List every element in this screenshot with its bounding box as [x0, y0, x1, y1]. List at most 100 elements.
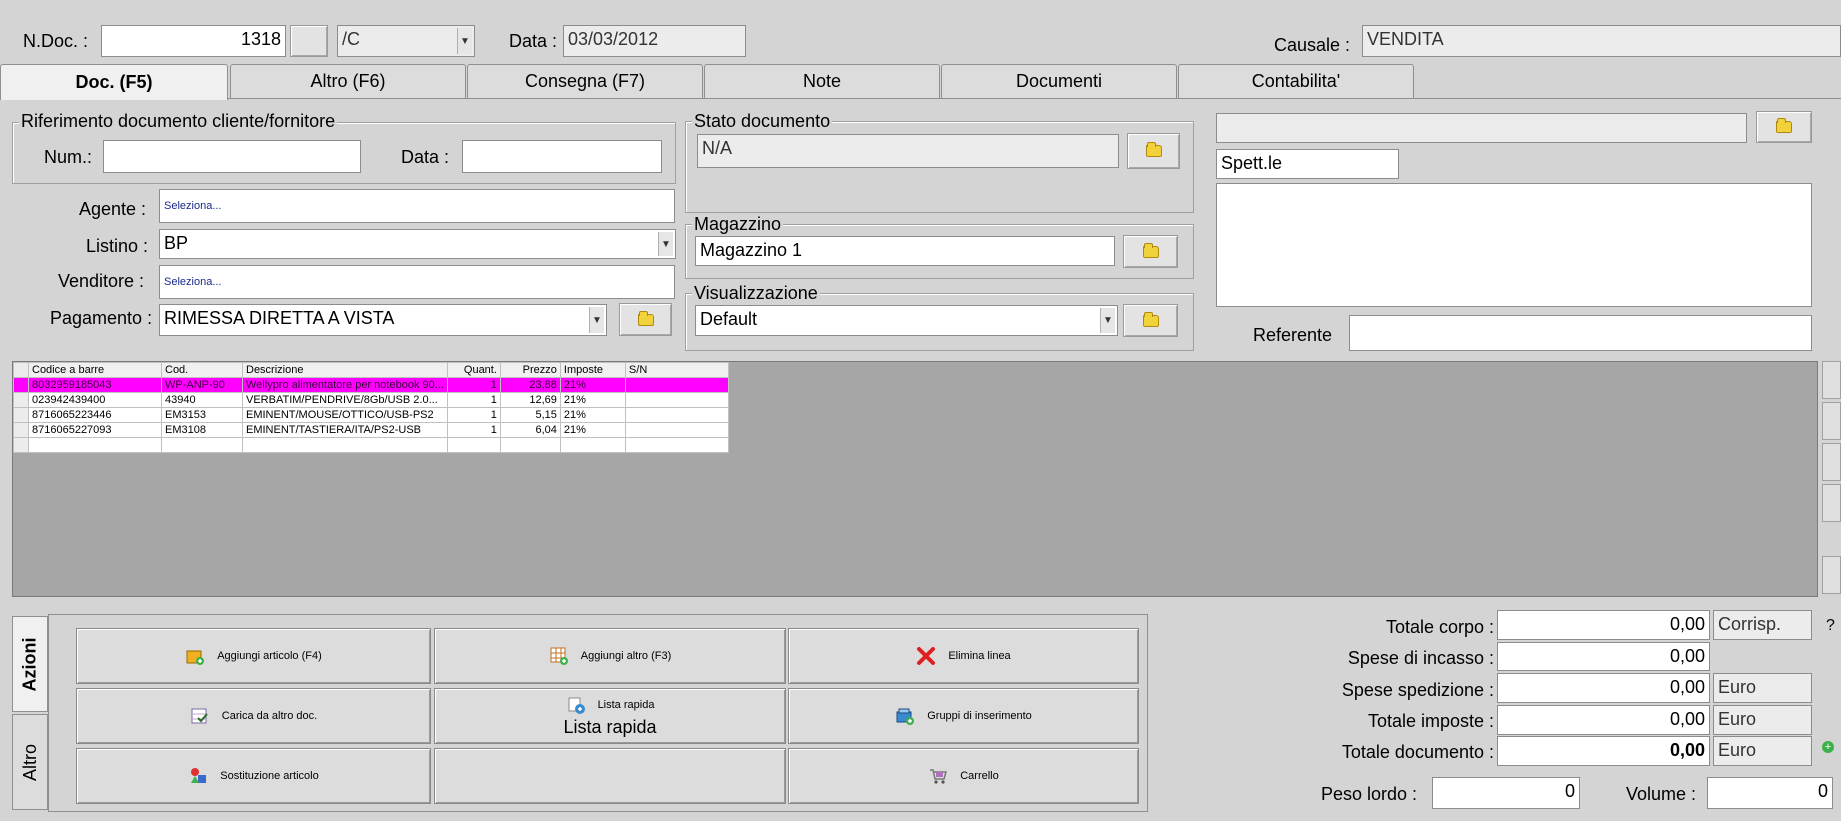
- tab-note[interactable]: Note: [704, 64, 940, 98]
- tab-altro[interactable]: Altro (F6): [230, 64, 466, 98]
- col-header-barcode[interactable]: Codice a barre: [28, 362, 162, 378]
- visualizzazione-select[interactable]: Default ▼: [695, 305, 1118, 336]
- pagamento-select[interactable]: RIMESSA DIRETTA A VISTA ▼: [159, 304, 607, 336]
- cell-empty[interactable]: [624, 437, 729, 453]
- cell-sn[interactable]: [624, 392, 729, 408]
- col-header-sn[interactable]: S/N: [624, 362, 729, 378]
- venditore-field[interactable]: Seleziona...: [159, 265, 675, 299]
- col-header-imposte[interactable]: Imposte: [559, 362, 626, 378]
- carrello-button[interactable]: Carrello: [788, 748, 1139, 804]
- side-button-2[interactable]: [1822, 402, 1841, 440]
- col-header-quant[interactable]: Quant.: [446, 362, 501, 378]
- visualizzazione-folder-button[interactable]: [1123, 304, 1178, 337]
- stato-field[interactable]: N/A: [697, 134, 1119, 168]
- document-lines-grid[interactable]: Codice a barre Cod. Descrizione Quant. P…: [13, 362, 729, 453]
- row-header-cell[interactable]: [13, 437, 29, 453]
- table-row[interactable]: 8032959185043 WP-ANP-90 Wellypro aliment…: [13, 377, 729, 393]
- cell-prezzo[interactable]: 5,15: [499, 407, 561, 423]
- cell-empty[interactable]: [446, 437, 501, 453]
- stato-folder-button[interactable]: [1127, 133, 1180, 169]
- totale-imposte-field[interactable]: 0,00: [1497, 705, 1710, 735]
- side-button-1[interactable]: [1822, 361, 1841, 399]
- cell-descrizione[interactable]: EMINENT/MOUSE/OTTICO/USB-PS2: [242, 407, 448, 423]
- cliente-folder-button[interactable]: [1756, 111, 1812, 143]
- cell-quant[interactable]: 1: [446, 377, 501, 393]
- series-select[interactable]: /C ▼: [337, 25, 475, 57]
- magazzino-folder-button[interactable]: [1123, 235, 1178, 268]
- tab-azioni[interactable]: Azioni: [12, 616, 48, 712]
- add-icon[interactable]: +: [1822, 741, 1834, 753]
- chevron-down-icon[interactable]: ▼: [589, 307, 604, 333]
- cell-empty[interactable]: [499, 437, 561, 453]
- tab-doc[interactable]: Doc. (F5): [0, 64, 228, 100]
- cell-quant[interactable]: 1: [446, 422, 501, 438]
- cell-prezzo[interactable]: 12,69: [499, 392, 561, 408]
- cell-sn[interactable]: [624, 377, 729, 393]
- cell-empty[interactable]: [161, 437, 243, 453]
- totale-documento-field[interactable]: 0,00: [1497, 736, 1710, 766]
- cell-barcode[interactable]: 8716065227093: [28, 422, 162, 438]
- cell-descrizione[interactable]: Wellypro alimentatore per notebook 90...: [242, 377, 448, 393]
- totale-corpo-field[interactable]: 0,00: [1497, 610, 1710, 640]
- cell-cod[interactable]: EM3108: [161, 422, 243, 438]
- magazzino-field[interactable]: Magazzino 1: [695, 236, 1115, 266]
- chevron-down-icon[interactable]: ▼: [1100, 308, 1115, 333]
- cell-quant[interactable]: 1: [446, 392, 501, 408]
- address-field[interactable]: [1216, 183, 1812, 307]
- date-field[interactable]: 03/03/2012: [563, 25, 746, 57]
- cell-sn[interactable]: [624, 407, 729, 423]
- listino-select[interactable]: BP ▼: [159, 229, 676, 259]
- cell-prezzo[interactable]: 23,88: [499, 377, 561, 393]
- col-header-cod[interactable]: Cod.: [161, 362, 243, 378]
- cell-imposte[interactable]: 21%: [559, 407, 626, 423]
- side-button-4[interactable]: [1822, 484, 1841, 522]
- referente-field[interactable]: [1349, 315, 1812, 351]
- cell-cod[interactable]: 43940: [161, 392, 243, 408]
- cell-quant[interactable]: 1: [446, 407, 501, 423]
- table-row[interactable]: 8716065223446 EM3153 EMINENT/MOUSE/OTTIC…: [13, 407, 729, 423]
- row-header-cell[interactable]: [13, 422, 29, 438]
- table-row[interactable]: 8716065227093 EM3108 EMINENT/TASTIERA/IT…: [13, 422, 729, 438]
- cliente-top-field[interactable]: [1216, 113, 1747, 143]
- col-header-descrizione[interactable]: Descrizione: [242, 362, 448, 378]
- cell-cod[interactable]: EM3153: [161, 407, 243, 423]
- sostituzione-articolo-button[interactable]: Sostituzione articolo: [76, 748, 431, 804]
- cell-empty[interactable]: [28, 437, 162, 453]
- rif-data-field[interactable]: [462, 140, 662, 173]
- tab-contabilita[interactable]: Contabilita': [1178, 64, 1414, 98]
- aggiungi-altro-button[interactable]: Aggiungi altro (F3): [434, 628, 786, 684]
- cell-descrizione[interactable]: VERBATIM/PENDRIVE/8Gb/USB 2.0...: [242, 392, 448, 408]
- cell-empty[interactable]: [242, 437, 448, 453]
- table-row-new[interactable]: [13, 437, 729, 453]
- table-row[interactable]: 023942439400 43940 VERBATIM/PENDRIVE/8Gb…: [13, 392, 729, 408]
- tab-altro-side[interactable]: Altro: [12, 714, 48, 810]
- tab-documenti[interactable]: Documenti: [941, 64, 1177, 98]
- tab-consegna[interactable]: Consegna (F7): [467, 64, 703, 98]
- elimina-linea-button[interactable]: Elimina linea: [788, 628, 1139, 684]
- carica-altro-doc-button[interactable]: Carica da altro doc.: [76, 688, 431, 744]
- cell-imposte[interactable]: 21%: [559, 377, 626, 393]
- cell-barcode[interactable]: 023942439400: [28, 392, 162, 408]
- gruppi-inserimento-button[interactable]: Gruppi di inserimento: [788, 688, 1139, 744]
- cell-imposte[interactable]: 21%: [559, 392, 626, 408]
- cell-prezzo[interactable]: 6,04: [499, 422, 561, 438]
- row-header-cell[interactable]: [13, 392, 29, 408]
- row-header-cell[interactable]: [13, 407, 29, 423]
- spett-field[interactable]: Spett.le: [1216, 149, 1399, 179]
- chevron-down-icon[interactable]: ▼: [457, 28, 472, 54]
- pagamento-folder-button[interactable]: [619, 303, 672, 336]
- corrisp-field[interactable]: Corrisp.: [1713, 610, 1812, 640]
- cell-sn[interactable]: [624, 422, 729, 438]
- chevron-down-icon[interactable]: ▼: [658, 232, 673, 256]
- lista-rapida-button[interactable]: Lista rapida Lista rapida: [434, 688, 786, 744]
- spese-incasso-field[interactable]: 0,00: [1497, 642, 1710, 671]
- cell-imposte[interactable]: 21%: [559, 422, 626, 438]
- spese-spedizione-field[interactable]: 0,00: [1497, 673, 1710, 703]
- cell-descrizione[interactable]: EMINENT/TASTIERA/ITA/PS2-USB: [242, 422, 448, 438]
- cell-empty[interactable]: [559, 437, 626, 453]
- peso-lordo-field[interactable]: 0: [1432, 777, 1580, 809]
- row-header-cell[interactable]: [13, 377, 29, 393]
- volume-field[interactable]: 0: [1707, 777, 1833, 809]
- cell-barcode[interactable]: 8032959185043: [28, 377, 162, 393]
- causale-field[interactable]: VENDITA: [1362, 25, 1841, 57]
